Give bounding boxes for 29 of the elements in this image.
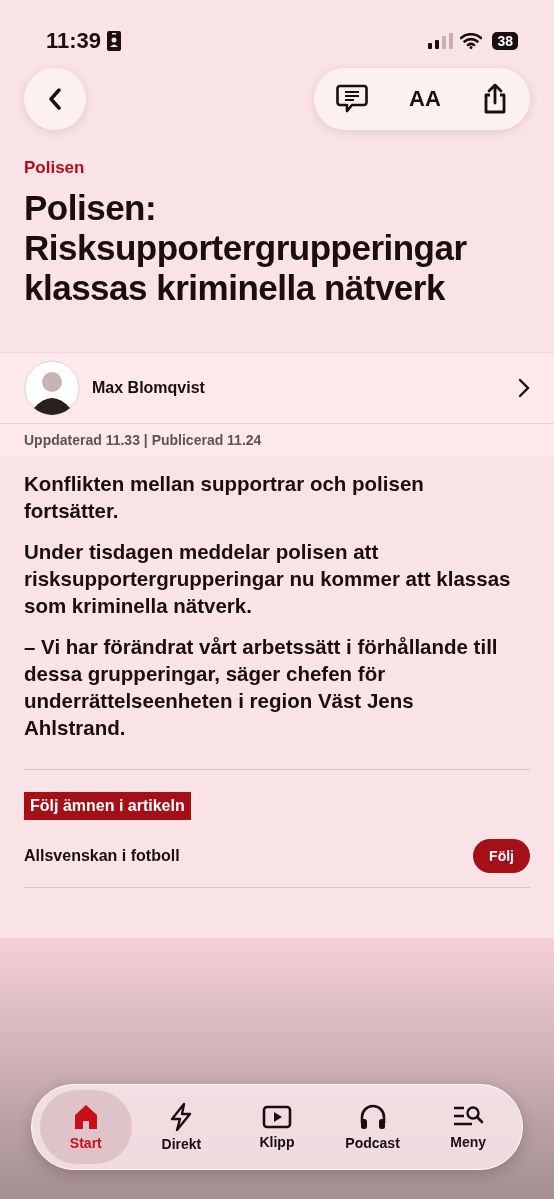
battery-indicator: 38 [492, 32, 518, 50]
share-icon[interactable] [482, 83, 508, 115]
author-name: Max Blomqvist [92, 379, 205, 397]
avatar-silhouette [24, 360, 80, 416]
topics-heading: Följ ämnen i artikeln [24, 792, 191, 820]
text-size-button[interactable]: AA [409, 86, 441, 112]
topic-name: Allsvenskan i fotboll [24, 847, 180, 865]
comment-icon[interactable] [336, 84, 368, 114]
timestamp-text: Uppdaterad 11.33 | Publicerad 11.24 [0, 424, 554, 456]
article-paragraph: – Vi har förändrat vårt arbetssätt i förhållande till dessa grupperingar, säger chefen för underrättelseenheten i region Väst Jens Ahlstrand. [24, 634, 499, 741]
article-paragraph: Konflikten mellan supportrar och polisen fortsätter. [24, 471, 425, 524]
tab-item[interactable]: Klipp [231, 1090, 323, 1164]
back-icon [48, 88, 62, 110]
video-play-icon [262, 1104, 292, 1130]
follow-button[interactable]: Följ [473, 839, 530, 873]
tab-item[interactable]: Meny [422, 1090, 515, 1164]
tab-item[interactable]: Podcast [326, 1090, 419, 1164]
wifi-icon [460, 33, 483, 49]
tab-item[interactable]: Direkt [135, 1090, 228, 1164]
category-label[interactable]: Polisen [24, 158, 530, 178]
tab-item[interactable]: Start [39, 1090, 132, 1164]
signal-icon [428, 33, 455, 49]
article-headline: Polisen: Risksupportergrupperingar klassas kriminella nätverk [24, 188, 468, 308]
status-time: 11:39 [46, 28, 102, 54]
chevron-right-icon [518, 378, 530, 398]
article-paragraph: Under tisdagen meddelar polisen att risksupportergrupperingar nu kommer att klassas som kriminella nätverk. [24, 539, 512, 619]
back-button[interactable] [24, 68, 86, 130]
id-card-icon [107, 31, 122, 51]
author-row[interactable]: Max Blomqvist [0, 352, 554, 424]
